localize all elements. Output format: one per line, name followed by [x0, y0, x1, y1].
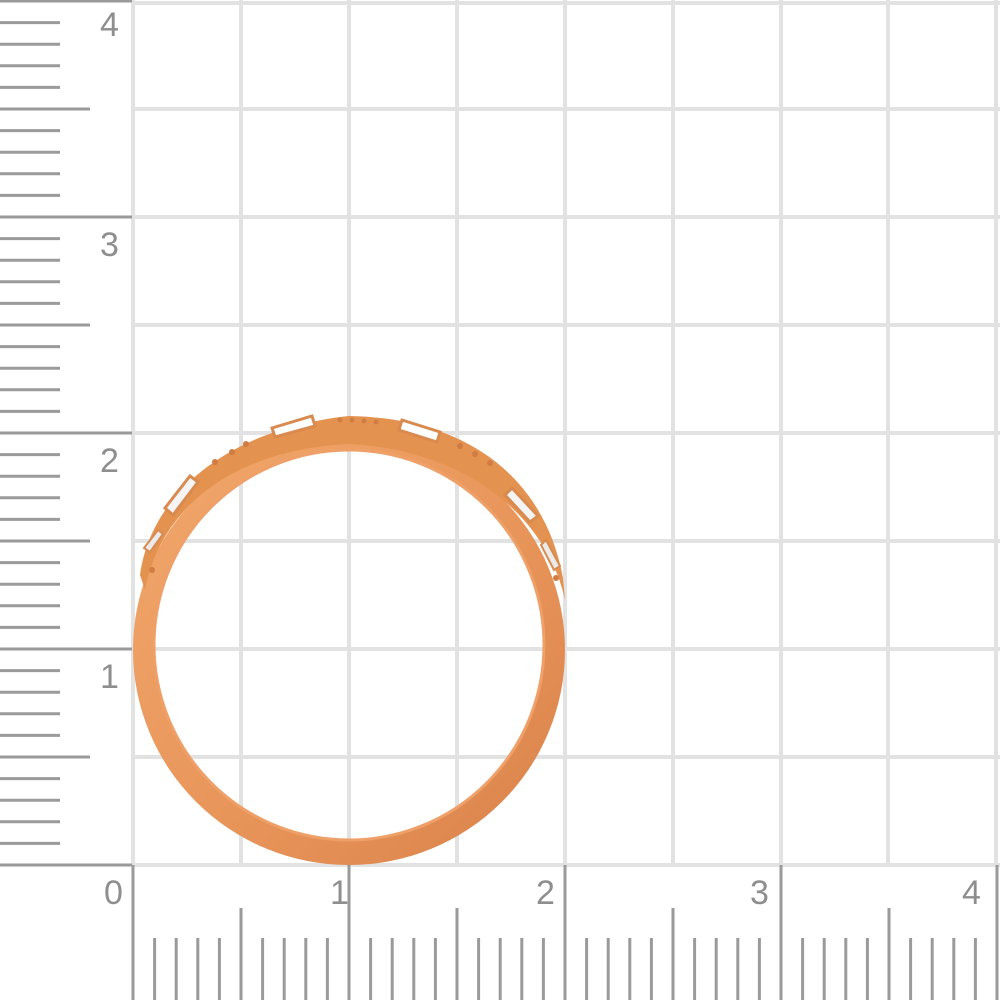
x-label-4: 4	[962, 874, 981, 912]
horizontal-ruler-labels: 0 1 2 3 4	[104, 874, 981, 912]
y-label-3: 3	[100, 226, 119, 264]
vertical-ruler-labels: 1 2 3 4	[100, 6, 119, 696]
y-label-2: 2	[100, 442, 119, 480]
product-photo-scene: 1 2 3 4 0 1 2 3 4	[0, 0, 1000, 1000]
horizontal-ruler	[131, 865, 999, 1000]
x-label-2: 2	[536, 874, 555, 912]
y-label-4: 4	[100, 6, 119, 44]
x-label-3: 3	[750, 874, 769, 912]
x-label-0: 0	[104, 874, 123, 912]
vertical-ruler	[0, 0, 132, 867]
y-label-1: 1	[100, 658, 119, 696]
ring	[133, 414, 565, 865]
x-label-1: 1	[330, 874, 349, 912]
